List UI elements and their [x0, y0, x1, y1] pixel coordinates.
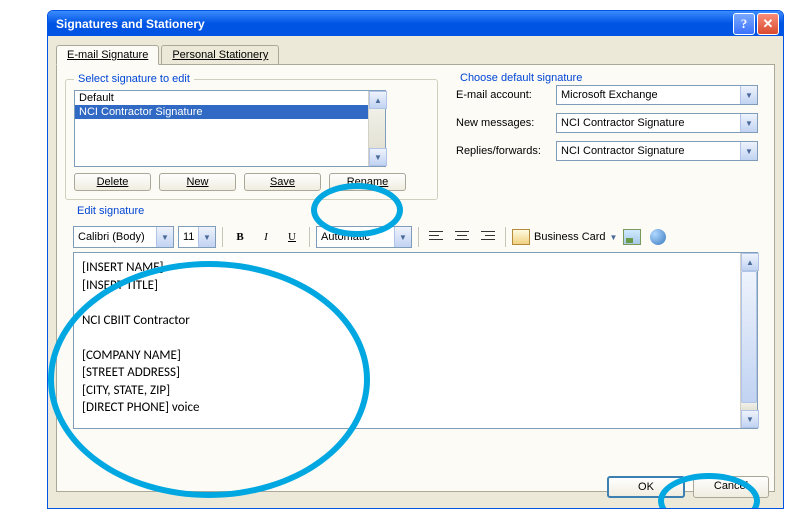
chevron-down-icon: ▼	[610, 233, 618, 242]
new-messages-combo[interactable]: NCI Contractor Signature ▼	[556, 113, 758, 133]
separator	[309, 227, 310, 247]
font-combo[interactable]: Calibri (Body) ▼	[73, 226, 174, 248]
scroll-thumb[interactable]	[741, 271, 757, 403]
signatures-dialog: Signatures and Stationery ? ✕ E-mail Sig…	[47, 10, 784, 509]
bold-button[interactable]: B	[229, 226, 251, 248]
select-signature-group: Select signature to edit Default NCI Con…	[65, 79, 438, 200]
scroll-track[interactable]	[369, 109, 385, 148]
scroll-down-button[interactable]: ▼	[741, 410, 759, 428]
list-scrollbar[interactable]: ▲ ▼	[368, 91, 385, 166]
chevron-down-icon: ▼	[740, 142, 757, 160]
list-item[interactable]: Default	[75, 91, 385, 105]
align-center-button[interactable]	[451, 226, 473, 248]
new-messages-label: New messages:	[456, 117, 556, 129]
list-item[interactable]: NCI Contractor Signature	[75, 105, 385, 119]
separator	[222, 227, 223, 247]
chevron-down-icon: ▼	[740, 86, 757, 104]
scroll-up-button[interactable]: ▲	[369, 91, 387, 109]
align-left-button[interactable]	[425, 226, 447, 248]
email-account-label: E-mail account:	[456, 89, 556, 101]
tab-email-signature[interactable]: E-mail Signature	[56, 45, 159, 65]
cancel-button[interactable]: Cancel	[693, 476, 769, 498]
insert-picture-button[interactable]	[621, 226, 643, 248]
email-account-combo[interactable]: Microsoft Exchange ▼	[556, 85, 758, 105]
chevron-down-icon: ▼	[394, 227, 411, 247]
rename-button[interactable]: Rename	[329, 173, 406, 191]
replies-forwards-label: Replies/forwards:	[456, 145, 556, 157]
titlebar[interactable]: Signatures and Stationery ? ✕	[48, 11, 783, 36]
default-signature-legend: Choose default signature	[456, 72, 586, 84]
font-color-combo[interactable]: Automatic ▼	[316, 226, 412, 248]
close-button[interactable]: ✕	[757, 13, 779, 35]
italic-button[interactable]: I	[255, 226, 277, 248]
font-size-combo[interactable]: 11 ▼	[178, 226, 216, 248]
edit-signature-group: Edit signature Calibri (Body) ▼ 11 ▼ B I…	[65, 212, 766, 437]
tabs: E-mail Signature Personal Stationery	[56, 45, 775, 65]
edit-signature-legend: Edit signature	[73, 205, 148, 217]
help-button[interactable]: ?	[733, 13, 755, 35]
scroll-up-button[interactable]: ▲	[741, 253, 759, 271]
align-right-button[interactable]	[477, 226, 499, 248]
editor-toolbar: Calibri (Body) ▼ 11 ▼ B I U Automatic ▼	[73, 226, 758, 248]
dialog-title: Signatures and Stationery	[56, 17, 733, 31]
chevron-down-icon: ▼	[740, 114, 757, 132]
hyperlink-icon	[650, 229, 666, 245]
default-signature-group: Choose default signature E-mail account:…	[448, 79, 766, 200]
select-signature-legend: Select signature to edit	[74, 73, 194, 85]
editor-content[interactable]: [INSERT NAME] [INSERT TITLE] NCI CBIIT C…	[74, 253, 757, 423]
underline-button[interactable]: U	[281, 226, 303, 248]
dialog-footer: OK Cancel	[607, 476, 769, 498]
signature-editor[interactable]: [INSERT NAME] [INSERT TITLE] NCI CBIIT C…	[73, 252, 758, 429]
align-right-icon	[481, 231, 495, 243]
close-icon: ✕	[763, 16, 774, 32]
signature-list[interactable]: Default NCI Contractor Signature ▲ ▼	[74, 90, 386, 167]
new-button[interactable]: New	[159, 173, 236, 191]
separator	[505, 227, 506, 247]
picture-icon	[623, 229, 641, 245]
align-center-icon	[455, 231, 469, 243]
insert-hyperlink-button[interactable]	[647, 226, 669, 248]
chevron-down-icon: ▼	[156, 227, 173, 247]
replies-forwards-combo[interactable]: NCI Contractor Signature ▼	[556, 141, 758, 161]
business-card-button[interactable]: Business Card ▼	[512, 229, 617, 245]
separator	[418, 227, 419, 247]
ok-button[interactable]: OK	[607, 476, 685, 498]
tab-panel: Select signature to edit Default NCI Con…	[56, 64, 775, 492]
tab-personal-stationery[interactable]: Personal Stationery	[161, 45, 279, 65]
business-card-icon	[512, 229, 530, 245]
align-left-icon	[429, 231, 443, 243]
chevron-down-icon: ▼	[198, 227, 215, 247]
scroll-track[interactable]	[741, 403, 757, 410]
delete-button[interactable]: Delete	[74, 173, 151, 191]
scroll-down-button[interactable]: ▼	[369, 148, 387, 166]
save-button[interactable]: Save	[244, 173, 321, 191]
editor-scrollbar[interactable]: ▲ ▼	[740, 253, 757, 428]
